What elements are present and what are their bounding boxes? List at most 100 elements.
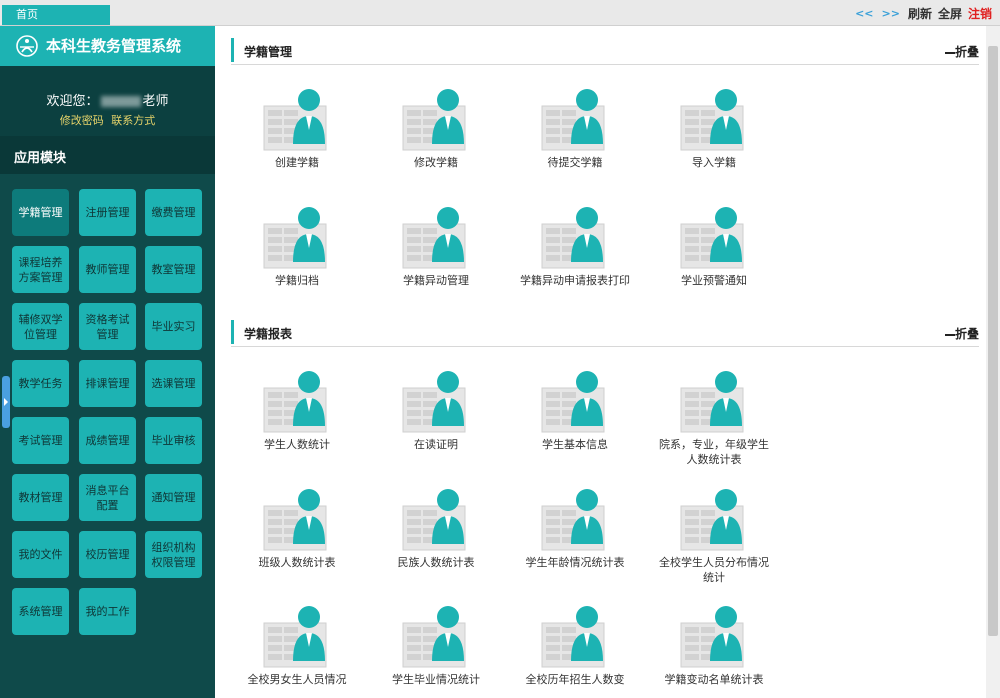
function-item[interactable]: 待提交学籍 <box>515 86 635 170</box>
nav-prev-button[interactable]: << <box>855 7 873 20</box>
function-label: 学籍异动管理 <box>403 274 469 287</box>
function-item[interactable]: 学籍归档 <box>237 204 357 288</box>
function-label: 导入学籍 <box>692 156 736 169</box>
module-button[interactable]: 我的工作 <box>79 588 136 635</box>
module-header: 应用模块 <box>0 136 215 174</box>
user-record-icon <box>541 606 605 668</box>
module-button[interactable]: 排课管理 <box>79 360 136 407</box>
user-record-icon <box>263 489 327 551</box>
module-button[interactable]: 消息平台配置 <box>79 474 136 521</box>
function-item[interactable]: 学生基本信息 <box>515 368 635 452</box>
module-button[interactable]: 教学任务 <box>12 360 69 407</box>
nav-next-button[interactable]: >> <box>882 7 900 20</box>
refresh-button[interactable]: 刷新 <box>908 5 932 22</box>
function-label: 全校历年招生人数变 <box>525 673 625 686</box>
fullscreen-button[interactable]: 全屏 <box>938 5 962 22</box>
module-button[interactable]: 注册管理 <box>79 189 136 236</box>
function-item[interactable]: 学籍异动管理 <box>376 204 496 288</box>
tab-home[interactable]: 首页 <box>2 5 110 25</box>
module-button[interactable]: 成绩管理 <box>79 417 136 464</box>
top-actions: << >> 刷新 全屏 注销 <box>855 5 992 21</box>
system-title: 本科生教务管理系统 <box>46 37 182 55</box>
module-button[interactable]: 教材管理 <box>12 474 69 521</box>
module-title: 应用模块 <box>14 151 67 166</box>
module-button[interactable]: 辅修双学位管理 <box>12 303 69 350</box>
function-item[interactable]: 学生人数统计 <box>237 368 357 452</box>
function-item[interactable]: 导入学籍 <box>654 86 774 170</box>
module-button[interactable]: 通知管理 <box>145 474 202 521</box>
main-content: 学籍管理 折叠 创建学籍 修改学籍 待提交学籍 导入学籍 学籍归档 学籍异动管理 学籍异动申请报… <box>215 26 986 698</box>
module-button[interactable]: 选课管理 <box>145 360 202 407</box>
function-label: 待提交学籍 <box>547 156 603 169</box>
function-label: 学生基本信息 <box>542 438 608 451</box>
function-item[interactable]: 全校历年招生人数变 <box>515 603 635 687</box>
module-button[interactable]: 组织机构权限管理 <box>145 531 202 578</box>
welcome-text: 欢迎您： 老师 <box>0 90 215 109</box>
user-record-icon <box>402 207 466 269</box>
user-record-icon <box>402 89 466 151</box>
function-item[interactable]: 学生年龄情况统计表 <box>515 486 635 570</box>
module-button[interactable]: 课程培养方案管理 <box>12 246 69 293</box>
sidebar-collapse-toggle[interactable] <box>2 376 10 428</box>
module-button[interactable]: 资格考试管理 <box>79 303 136 350</box>
function-item[interactable]: 学生毕业情况统计 <box>376 603 496 687</box>
function-item[interactable]: 学籍变动名单统计表 <box>654 603 774 687</box>
module-button[interactable]: 缴费管理 <box>145 189 202 236</box>
user-record-icon <box>541 89 605 151</box>
fold-toggle[interactable]: 折叠 <box>945 43 979 60</box>
user-record-icon <box>541 207 605 269</box>
user-record-icon <box>263 371 327 433</box>
function-item[interactable]: 全校学生人员分布情况统计 <box>654 486 774 585</box>
function-label: 民族人数统计表 <box>397 556 475 569</box>
function-label: 学生人数统计 <box>264 438 330 451</box>
user-record-icon <box>680 489 744 551</box>
function-label: 学业预警通知 <box>681 274 747 287</box>
function-label: 全校男女生人员情况 <box>247 673 347 686</box>
welcome-suffix: 老师 <box>142 94 169 109</box>
user-record-icon <box>263 606 327 668</box>
function-item[interactable]: 民族人数统计表 <box>376 486 496 570</box>
function-label: 学籍归档 <box>275 274 319 287</box>
function-item[interactable]: 在读证明 <box>376 368 496 452</box>
module-button[interactable]: 教室管理 <box>145 246 202 293</box>
user-record-icon <box>263 89 327 151</box>
function-label: 创建学籍 <box>275 156 319 169</box>
school-logo-icon <box>16 35 38 57</box>
user-record-icon <box>541 489 605 551</box>
function-item[interactable]: 学业预警通知 <box>654 204 774 288</box>
function-label: 学生年龄情况统计表 <box>525 556 625 569</box>
user-record-icon <box>680 89 744 151</box>
function-item[interactable]: 全校男女生人员情况 <box>237 603 357 687</box>
function-item[interactable]: 修改学籍 <box>376 86 496 170</box>
module-button[interactable]: 我的文件 <box>12 531 69 578</box>
section-title: 学籍报表 <box>244 327 293 341</box>
function-item[interactable]: 学籍异动申请报表打印 <box>515 204 635 288</box>
module-button[interactable]: 考试管理 <box>12 417 69 464</box>
module-button[interactable]: 教师管理 <box>79 246 136 293</box>
section-accent-bar <box>231 320 234 344</box>
module-button[interactable]: 学籍管理 <box>12 189 69 236</box>
module-button[interactable]: 校历管理 <box>79 531 136 578</box>
function-item[interactable]: 创建学籍 <box>237 86 357 170</box>
module-button[interactable]: 毕业审核 <box>145 417 202 464</box>
scroll-thumb[interactable] <box>988 46 998 636</box>
logout-button[interactable]: 注销 <box>968 5 992 22</box>
module-button[interactable]: 毕业实习 <box>145 303 202 350</box>
section-title: 学籍管理 <box>244 45 293 59</box>
function-label: 全校学生人员分布情况统计 <box>659 556 769 584</box>
module-button[interactable]: 系统管理 <box>12 588 69 635</box>
change-password-link[interactable]: 修改密码 <box>60 114 104 127</box>
contact-link[interactable]: 联系方式 <box>111 114 155 127</box>
function-label: 院系，专业，年级学生人数统计表 <box>659 438 769 466</box>
fold-toggle[interactable]: 折叠 <box>945 325 979 342</box>
function-item[interactable]: 班级人数统计表 <box>237 486 357 570</box>
function-label: 班级人数统计表 <box>258 556 336 569</box>
welcome-block: 欢迎您： 老师 修改密码 联系方式 <box>0 66 215 136</box>
function-label: 学生毕业情况统计 <box>392 673 480 686</box>
scrollbar[interactable] <box>986 26 1000 698</box>
user-record-icon <box>680 207 744 269</box>
welcome-prefix: 欢迎您： <box>46 94 99 109</box>
function-label: 在读证明 <box>414 438 458 451</box>
user-record-icon <box>541 371 605 433</box>
function-item[interactable]: 院系，专业，年级学生人数统计表 <box>654 368 774 467</box>
